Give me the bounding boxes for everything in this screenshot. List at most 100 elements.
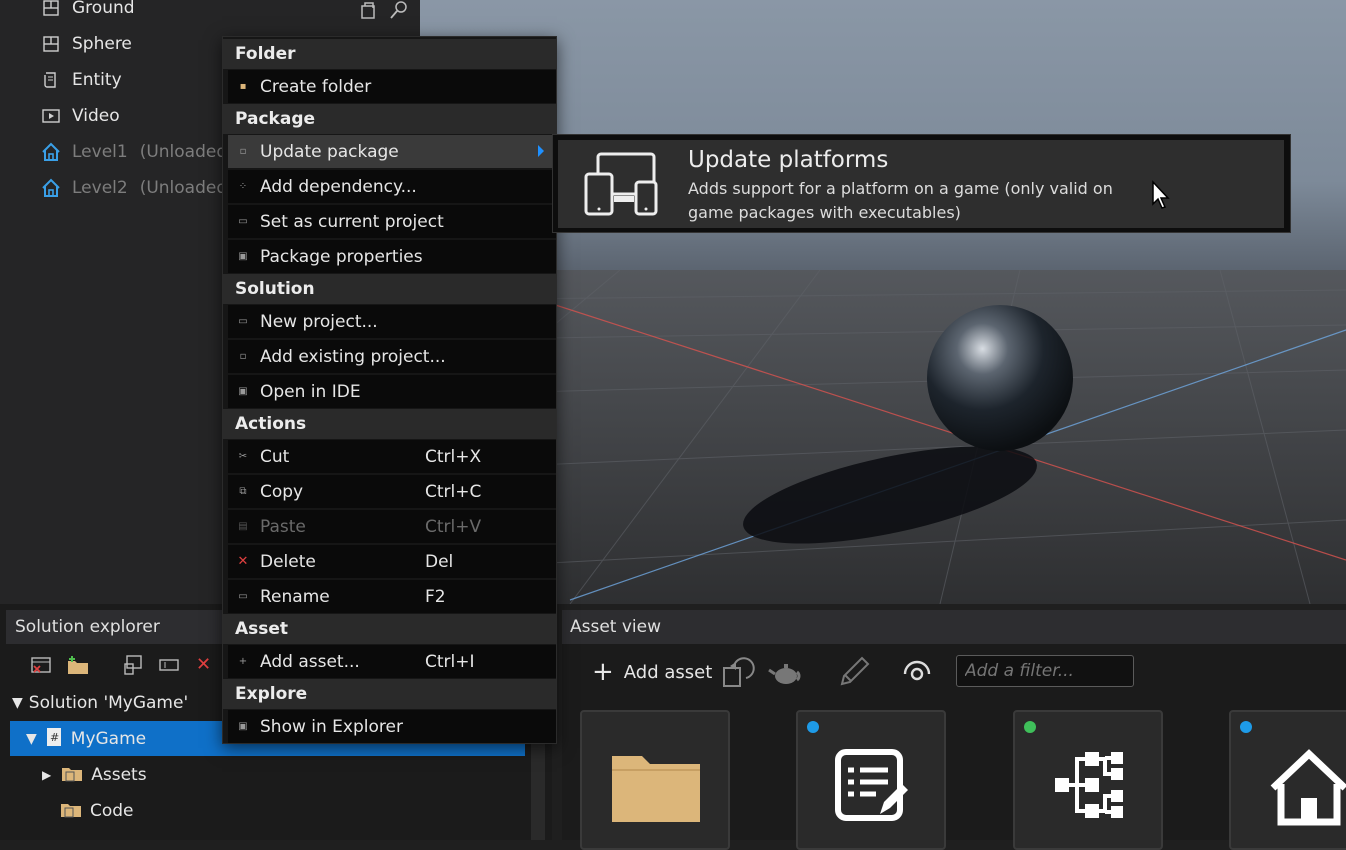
- menu-item-label: Set as current project: [260, 211, 444, 232]
- scene-viewport[interactable]: [420, 0, 1346, 604]
- graph-icon: [1051, 748, 1127, 828]
- shortcut-label: Del: [425, 551, 454, 572]
- mouse-cursor-icon: [1151, 180, 1171, 214]
- teapot-icon[interactable]: [768, 656, 804, 694]
- edit-pencil-icon[interactable]: [836, 654, 872, 694]
- asset-tile-graph[interactable]: [1013, 710, 1163, 850]
- menu-item-package-properties[interactable]: ▣ Package properties: [228, 240, 556, 273]
- assets-label: Assets: [91, 765, 147, 785]
- menu-item-label: Add existing project...: [260, 346, 446, 367]
- scene-item-ground[interactable]: Ground: [40, 0, 135, 26]
- menu-item-copy[interactable]: ⧉ Copy Ctrl+C: [228, 475, 556, 508]
- shortcut-label: F2: [425, 586, 446, 607]
- explorer-icon: ▣: [238, 721, 248, 732]
- shortcut-label: Ctrl+V: [425, 516, 482, 537]
- dependency-icon: ⁘: [238, 181, 248, 192]
- shortcut-label: Ctrl+C: [425, 481, 482, 502]
- shortcut-label: Ctrl+X: [425, 446, 482, 467]
- scene-item-label: Entity: [72, 70, 122, 90]
- import-icon[interactable]: [720, 656, 756, 694]
- folder-icon: ▪: [239, 81, 247, 92]
- status-dot: [1024, 721, 1036, 733]
- menu-item-delete[interactable]: ✕ Delete Del: [228, 545, 556, 578]
- menu-item-open-in-ide[interactable]: ▣ Open in IDE: [228, 375, 556, 408]
- menu-item-add-existing-project[interactable]: ▫ Add existing project...: [228, 340, 556, 373]
- add-asset-button[interactable]: + Add asset: [592, 656, 712, 688]
- folder-icon: [610, 746, 702, 828]
- plus-icon: +: [238, 656, 248, 667]
- tree-code[interactable]: Code: [60, 794, 134, 828]
- menu-item-create-folder[interactable]: ▪ Create folder: [228, 70, 556, 103]
- solution-label: Solution 'MyGame': [28, 693, 189, 713]
- collapse-arrow-icon[interactable]: ▶: [42, 768, 51, 782]
- menu-item-label: Cut: [260, 446, 290, 467]
- delete-icon[interactable]: ✕: [196, 654, 218, 676]
- cut-icon: ✂: [238, 451, 248, 462]
- section-header-package: Package: [223, 104, 556, 134]
- unloaded-tag: (Unloaded): [139, 142, 234, 162]
- folder-icon: [60, 799, 82, 824]
- menu-item-set-current-project[interactable]: ▭ Set as current project: [228, 205, 556, 238]
- delete-icon: ✕: [237, 554, 249, 569]
- menu-item-label: Package properties: [260, 246, 423, 267]
- asset-tile-script[interactable]: [796, 710, 946, 850]
- menu-item-cut[interactable]: ✂ Cut Ctrl+X: [228, 440, 556, 473]
- add-existing-icon: ▫: [239, 351, 247, 362]
- expand-arrow-icon[interactable]: ▼: [26, 731, 37, 747]
- paste-icon: ▤: [238, 521, 248, 532]
- menu-item-add-dependency[interactable]: ⁘ Add dependency...: [228, 170, 556, 203]
- menu-item-label: Create folder: [260, 76, 372, 97]
- menu-item-rename[interactable]: ▭ Rename F2: [228, 580, 556, 613]
- folder-icon: [61, 763, 83, 788]
- menu-item-update-package[interactable]: ▫ Update package: [228, 135, 556, 168]
- menu-item-label: Show in Explorer: [260, 716, 403, 737]
- section-header-folder: Folder: [223, 39, 556, 69]
- submenu-item-title: Update platforms: [688, 147, 889, 173]
- menu-item-label: Copy: [260, 481, 304, 502]
- new-folder-icon[interactable]: [66, 654, 88, 676]
- asset-tile-folder[interactable]: [580, 710, 730, 850]
- submenu-item-description: Adds support for a platform on a game (o…: [688, 179, 1113, 222]
- scene-item-label: Level1: [72, 142, 128, 162]
- rename-icon[interactable]: [158, 654, 180, 676]
- project-icon: #: [45, 727, 63, 752]
- ide-icon: ▣: [238, 386, 248, 397]
- tree-project-mygame[interactable]: ▼ # MyGame: [26, 722, 146, 756]
- tree-assets[interactable]: ▶ Assets: [42, 758, 147, 792]
- asset-tile-scene[interactable]: [1229, 710, 1346, 850]
- menu-item-label: Delete: [260, 551, 316, 572]
- home-icon: [40, 141, 62, 163]
- section-header-solution: Solution: [223, 274, 556, 304]
- unloaded-tag: (Unloaded): [139, 178, 234, 198]
- scene-item-entity[interactable]: Entity: [40, 62, 122, 98]
- properties-icon[interactable]: [122, 654, 144, 676]
- visibility-icon[interactable]: [902, 658, 932, 688]
- filter-input[interactable]: [956, 655, 1134, 687]
- status-dot: [807, 721, 819, 733]
- scene-item-sphere[interactable]: Sphere: [40, 26, 132, 62]
- tree-solution[interactable]: ▼ Solution 'MyGame': [12, 686, 188, 720]
- menu-item-new-project[interactable]: ▭ New project...: [228, 305, 556, 338]
- menu-item-label: Open in IDE: [260, 381, 361, 402]
- home-icon: [1269, 748, 1346, 830]
- search-icon[interactable]: [388, 0, 410, 24]
- scene-item-level2[interactable]: Level2 (Unloaded): [40, 170, 234, 206]
- scene-item-label: Ground: [72, 0, 135, 18]
- menu-item-add-asset[interactable]: + Add asset... Ctrl+I: [228, 645, 556, 678]
- lock-icon[interactable]: [358, 0, 380, 24]
- menu-item-label: Add asset...: [260, 651, 360, 672]
- close-solution-icon[interactable]: [30, 654, 52, 676]
- status-dot: [1240, 721, 1252, 733]
- expand-arrow-icon[interactable]: ▼: [12, 695, 23, 711]
- menu-item-paste: ▤ Paste Ctrl+V: [228, 510, 556, 543]
- new-project-icon: ▭: [238, 316, 248, 327]
- update-package-icon: ▫: [239, 146, 247, 157]
- scene-item-label: Video: [72, 106, 120, 126]
- menu-item-show-in-explorer[interactable]: ▣ Show in Explorer: [228, 710, 556, 743]
- scene-item-video[interactable]: Video: [40, 98, 120, 134]
- scene-render: [420, 269, 1346, 604]
- menu-item-label: Update package: [260, 141, 399, 162]
- scene-item-level1[interactable]: Level1 (Unloaded): [40, 134, 234, 170]
- svg-text:#: #: [50, 731, 59, 744]
- menu-item-label: Paste: [260, 516, 306, 537]
